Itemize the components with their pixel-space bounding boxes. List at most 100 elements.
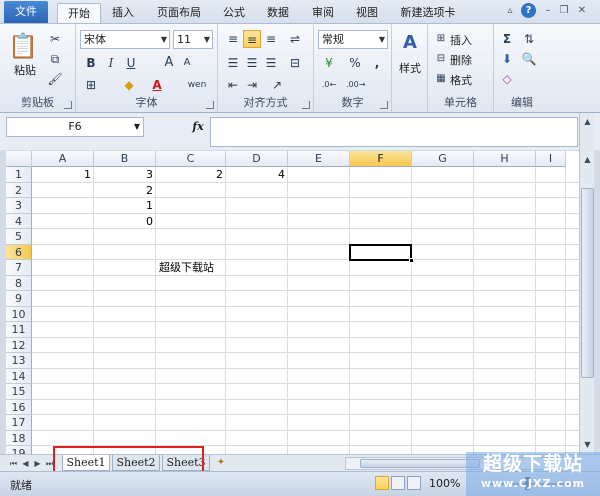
delete-cells-icon[interactable]: ⊟ [432,50,450,68]
sort-filter-icon[interactable]: ⇅ [520,30,538,48]
cell-B1[interactable]: 3 [94,167,156,182]
worksheet-grid[interactable]: A B C D E F G H I 1 2 3 4 5 6 7 8 9 10 11 12 13 14 15 16 17 18 19 1 3… [6,151,579,454]
normal-view-icon[interactable] [375,476,389,490]
row-header-11[interactable]: 11 [6,322,32,338]
fill-handle[interactable] [409,258,414,263]
copy-icon[interactable]: ⧉ [46,50,64,68]
align-right-icon[interactable]: ☰ [262,54,280,72]
insert-sheet-icon[interactable]: ✦ [214,457,228,469]
align-bottom-icon[interactable]: ≡ [262,30,280,48]
cell-C7[interactable]: 超级下载站 [156,260,226,275]
column-header-G[interactable]: G [412,151,474,167]
tab-home[interactable]: 开始 [57,3,101,24]
row-header-19[interactable]: 19 [6,446,32,454]
shrink-font-button[interactable]: A [178,54,196,72]
paste-button[interactable]: 粘贴 [14,62,36,78]
help-icon[interactable]: ? [521,3,536,18]
delete-cells-button[interactable]: 删除 [450,52,472,68]
find-select-icon[interactable]: 🔍 [520,50,538,68]
column-header-I[interactable]: I [536,151,566,167]
increase-indent-icon[interactable]: ⇥ [243,76,261,94]
row-header-16[interactable]: 16 [6,399,32,415]
column-header-H[interactable]: H [474,151,536,167]
fill-icon[interactable]: ⬇ [498,50,516,68]
vertical-scroll-thumb[interactable] [581,188,594,378]
borders-icon[interactable]: ⊞ [82,76,100,94]
insert-function-button[interactable]: fx [188,117,208,137]
number-launcher-icon[interactable] [380,101,388,109]
first-sheet-icon[interactable]: ⏮ [8,457,19,470]
row-header-17[interactable]: 17 [6,415,32,431]
row-header-18[interactable]: 18 [6,430,32,446]
number-format-select[interactable]: 常规 ▼ [318,30,388,49]
minimize-icon[interactable]: – [541,4,555,18]
align-center-icon[interactable]: ☰ [243,54,261,72]
format-cells-icon[interactable]: ▦ [432,70,450,88]
clipboard-launcher-icon[interactable] [64,101,72,109]
insert-cells-button[interactable]: 插入 [450,32,472,48]
row-header-8[interactable]: 8 [6,275,32,291]
phonetic-button[interactable]: wen [184,76,210,94]
tab-formulas[interactable]: 公式 [214,3,254,24]
tab-view[interactable]: 视图 [347,3,387,24]
tab-new[interactable]: 新建选项卡 [393,3,463,24]
tab-review[interactable]: 审阅 [303,3,343,24]
scroll-up-icon[interactable]: ▲ [581,153,594,167]
column-header-F[interactable]: F [350,151,412,167]
row-header-4[interactable]: 4 [6,213,32,229]
next-sheet-icon[interactable]: ▶ [32,457,43,470]
font-size-select[interactable]: 11 ▼ [173,30,213,49]
cell-B3[interactable]: 1 [94,198,156,213]
insert-cells-icon[interactable]: ⊞ [432,30,450,48]
align-left-icon[interactable]: ☰ [224,54,242,72]
row-header-5[interactable]: 5 [6,229,32,245]
cell-B4[interactable]: 0 [94,214,156,229]
underline-button[interactable]: U [122,54,140,72]
styles-icon[interactable]: A [398,30,422,56]
clear-icon[interactable]: ◇ [498,70,516,88]
autosum-button[interactable]: Σ [498,30,516,48]
cell-B2[interactable]: 2 [94,183,156,198]
prev-sheet-icon[interactable]: ◀ [20,457,31,470]
select-all-corner[interactable] [6,151,32,167]
close-icon[interactable]: ✕ [575,4,589,18]
percent-button[interactable]: % [346,54,364,72]
merge-cells-icon[interactable]: ⊟ [286,54,304,72]
zoom-level[interactable]: 100% [429,477,460,490]
row-header-14[interactable]: 14 [6,368,32,384]
horizontal-scroll-thumb[interactable] [360,459,480,468]
row-header-10[interactable]: 10 [6,306,32,322]
page-break-view-icon[interactable] [407,476,421,490]
row-header-12[interactable]: 12 [6,337,32,353]
font-launcher-icon[interactable] [206,101,214,109]
cell-A1[interactable]: 1 [32,167,94,182]
decrease-decimal-icon[interactable]: .00→ [346,76,365,94]
fill-color-icon[interactable]: ◆ [120,76,138,94]
format-cells-button[interactable]: 格式 [450,72,472,88]
comma-button[interactable]: , [368,54,386,72]
page-layout-view-icon[interactable] [391,476,405,490]
restore-icon[interactable]: ❐ [557,4,571,18]
scroll-down-icon[interactable]: ▼ [581,438,594,452]
row-header-3[interactable]: 3 [6,198,32,214]
italic-button[interactable]: I [102,54,120,72]
tab-insert[interactable]: 插入 [103,3,143,24]
column-header-A[interactable]: A [32,151,94,167]
row-header-1[interactable]: 1 [6,167,32,183]
row-header-2[interactable]: 2 [6,182,32,198]
cell-D1[interactable]: 4 [226,167,288,182]
row-header-6[interactable]: 6 [6,244,32,260]
font-color-button[interactable]: A [148,76,166,94]
align-top-icon[interactable]: ≡ [224,30,242,48]
name-box[interactable]: F6 ▼ [6,117,144,137]
column-header-D[interactable]: D [226,151,288,167]
format-painter-icon[interactable]: 🖌 [46,70,64,88]
vertical-scrollbar[interactable]: ▲ ▲ ▼ [579,113,594,454]
orientation-icon[interactable]: ↗ [268,76,286,94]
align-middle-icon[interactable]: ≡ [243,30,261,48]
currency-icon[interactable]: ¥ [320,54,338,72]
ribbon-minimize-icon[interactable]: ▵ [503,4,517,18]
increase-decimal-icon[interactable]: .0← [320,76,338,94]
alignment-launcher-icon[interactable] [302,101,310,109]
styles-button[interactable]: 样式 [399,60,421,76]
